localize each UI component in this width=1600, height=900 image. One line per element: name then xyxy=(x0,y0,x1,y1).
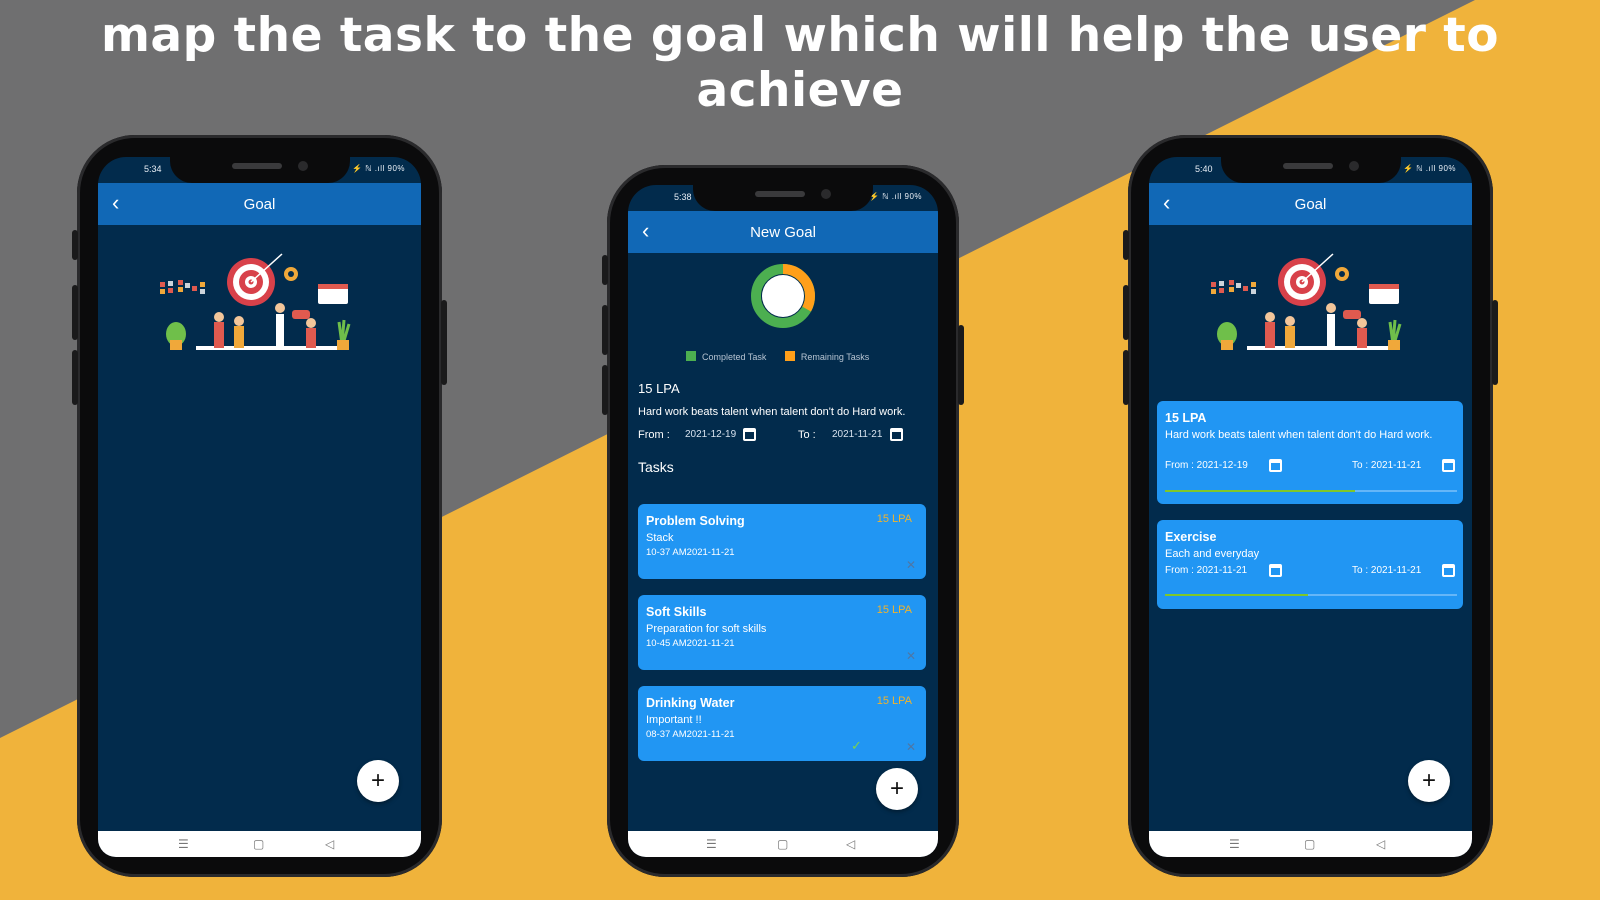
task-goal-tag: 15 LPA xyxy=(876,604,912,616)
recents-button[interactable]: ☰ xyxy=(1229,837,1240,851)
home-button[interactable]: ▢ xyxy=(1304,837,1315,851)
task-time: 08-37 AM2021-11-21 xyxy=(646,729,735,740)
home-button[interactable]: ▢ xyxy=(253,837,264,851)
status-time: 5:40 xyxy=(1195,164,1213,174)
goal-description: Hard work beats talent when talent don't… xyxy=(1165,429,1433,441)
page-title: Goal xyxy=(1294,196,1327,213)
task-title: Problem Solving xyxy=(646,514,745,528)
home-button[interactable]: ▢ xyxy=(777,837,788,851)
delete-task-icon[interactable]: ✕ xyxy=(906,558,916,572)
calendar-icon[interactable] xyxy=(890,428,903,441)
task-card[interactable]: Problem Solving 15 LPA Stack 10-37 AM202… xyxy=(638,504,926,579)
goal-card[interactable]: Exercise Each and everyday From : 2021-1… xyxy=(1157,520,1463,609)
goal-title: 15 LPA xyxy=(1165,411,1207,425)
screen: 5:34 ⚡ ℕ .ıll 90% ‹ Goal + ☰ ▢ ◁ xyxy=(98,157,421,857)
goal-progress-fill xyxy=(1165,594,1309,596)
task-goal-tag: 15 LPA xyxy=(876,513,912,525)
task-goal-tag: 15 LPA xyxy=(876,695,912,707)
task-card[interactable]: Drinking Water 15 LPA Important !! 08-37… xyxy=(638,686,926,761)
add-goal-button[interactable]: + xyxy=(357,760,399,802)
tasks-heading: Tasks xyxy=(638,459,674,475)
status-icons: ⚡ ℕ .ıll 90% xyxy=(868,192,922,201)
goal-description: Each and everyday xyxy=(1165,548,1260,560)
page-title: Goal xyxy=(243,196,276,213)
task-description: Preparation for soft skills xyxy=(646,623,767,635)
goal-progress-bar xyxy=(1165,594,1457,596)
notch xyxy=(1220,157,1401,183)
goal-progress-bar xyxy=(1165,490,1457,492)
task-progress-donut xyxy=(751,264,815,328)
goal-progress-fill xyxy=(1165,490,1355,492)
calendar-icon[interactable] xyxy=(1269,564,1282,577)
page-title: New Goal xyxy=(750,224,816,241)
goal-card[interactable]: 15 LPA Hard work beats talent when talen… xyxy=(1157,401,1463,504)
calendar-icon[interactable] xyxy=(1269,459,1282,472)
task-description: Stack xyxy=(646,532,674,544)
recents-button[interactable]: ☰ xyxy=(178,837,189,851)
app-bar: ‹ Goal xyxy=(98,183,421,225)
status-icons: ⚡ ℕ .ıll 90% xyxy=(1402,164,1456,173)
system-back-button[interactable]: ◁ xyxy=(1376,837,1385,851)
task-time: 10-45 AM2021-11-21 xyxy=(646,638,735,649)
recents-button[interactable]: ☰ xyxy=(706,837,717,851)
calendar-icon[interactable] xyxy=(743,428,756,441)
calendar-icon[interactable] xyxy=(1442,564,1455,577)
goal-from-date: From : 2021-11-21 xyxy=(1165,565,1248,576)
notch xyxy=(169,157,350,183)
chart-legend: Completed Task Remaining Tasks xyxy=(686,351,869,362)
headline: map the task to the goal which will help… xyxy=(100,8,1500,118)
phone-goal-empty: 5:34 ⚡ ℕ .ıll 90% ‹ Goal + ☰ ▢ ◁ xyxy=(72,135,447,877)
goal-name: 15 LPA xyxy=(638,381,680,396)
add-goal-button[interactable]: + xyxy=(1408,760,1450,802)
remaining-swatch xyxy=(784,351,795,361)
system-nav-bar: ☰ ▢ ◁ xyxy=(98,831,421,857)
system-nav-bar: ☰ ▢ ◁ xyxy=(628,831,938,857)
system-back-button[interactable]: ◁ xyxy=(325,837,334,851)
status-icons: ⚡ ℕ .ıll 90% xyxy=(351,164,405,173)
task-title: Soft Skills xyxy=(646,605,707,619)
task-card[interactable]: Soft Skills 15 LPA Preparation for soft … xyxy=(638,595,926,670)
goal-title: Exercise xyxy=(1165,530,1217,544)
screen: 5:38 ⚡ ℕ .ıll 90% ‹ New Goal Completed T… xyxy=(628,185,938,857)
screen: 5:40 ⚡ ℕ .ıll 90% ‹ Goal 15 LPA Hard wor… xyxy=(1149,157,1472,857)
task-description: Important !! xyxy=(646,714,702,726)
phone-goal-list: 5:40 ⚡ ℕ .ıll 90% ‹ Goal 15 LPA Hard wor… xyxy=(1123,135,1498,877)
app-bar: ‹ Goal xyxy=(1149,183,1472,225)
status-time: 5:38 xyxy=(674,192,692,202)
goal-to-date: To : 2021-11-21 xyxy=(1352,460,1422,471)
to-date: 2021-11-21 xyxy=(832,429,883,440)
goal-from-date: From : 2021-12-19 xyxy=(1165,460,1248,471)
system-back-button[interactable]: ◁ xyxy=(846,837,855,851)
legend-completed: Completed Task xyxy=(702,352,767,362)
app-bar: ‹ New Goal xyxy=(628,211,938,253)
from-label: From : xyxy=(638,429,670,441)
goal-illustration xyxy=(160,253,351,350)
completed-swatch xyxy=(686,351,696,361)
status-time: 5:34 xyxy=(144,164,162,174)
task-title: Drinking Water xyxy=(646,696,735,710)
legend-remaining: Remaining Tasks xyxy=(800,352,870,362)
add-task-button[interactable]: + xyxy=(876,768,918,810)
from-date: 2021-12-19 xyxy=(685,429,737,440)
delete-task-icon[interactable]: ✕ xyxy=(906,740,916,754)
goal-to-date: To : 2021-11-21 xyxy=(1352,565,1422,576)
phone-new-goal: 5:38 ⚡ ℕ .ıll 90% ‹ New Goal Completed T… xyxy=(602,165,964,877)
delete-task-icon[interactable]: ✕ xyxy=(906,649,916,663)
goal-description: Hard work beats talent when talent don't… xyxy=(638,406,906,418)
to-label: To : xyxy=(798,429,816,441)
notch xyxy=(693,185,873,211)
calendar-icon[interactable] xyxy=(1442,459,1455,472)
goal-illustration xyxy=(1211,253,1402,350)
check-icon[interactable]: ✓ xyxy=(851,738,862,754)
task-time: 10-37 AM2021-11-21 xyxy=(646,547,735,558)
system-nav-bar: ☰ ▢ ◁ xyxy=(1149,831,1472,857)
